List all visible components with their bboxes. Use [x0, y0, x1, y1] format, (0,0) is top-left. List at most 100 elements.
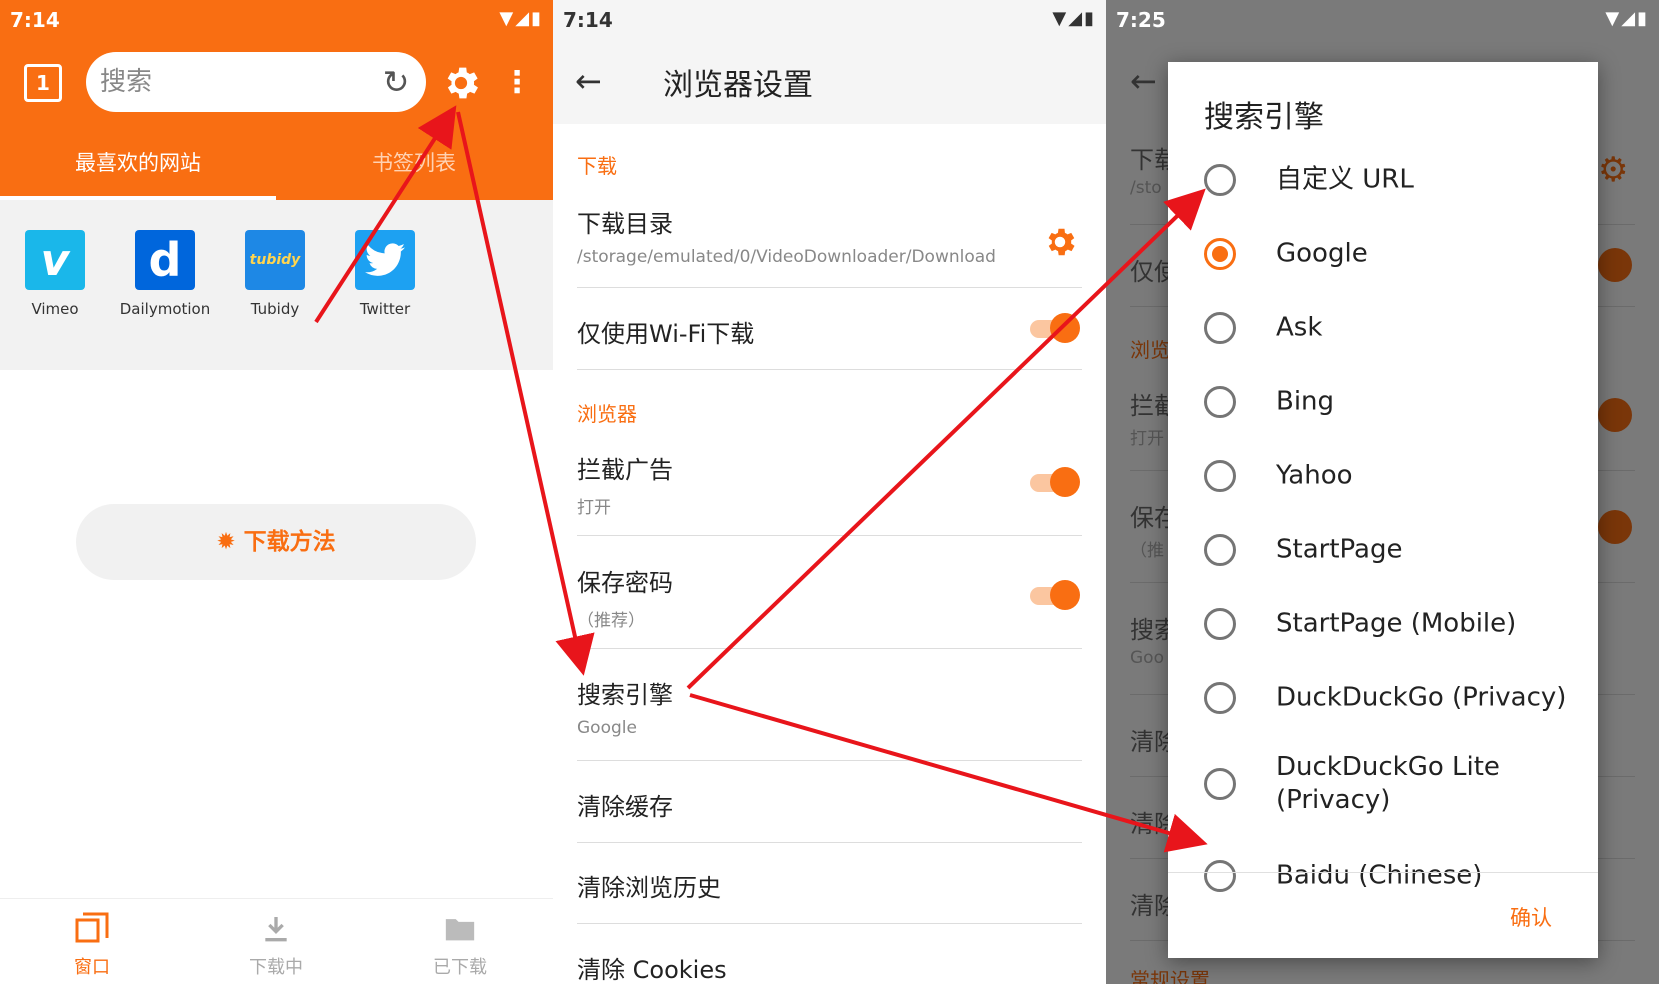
- favorite-site-label: Tubidy: [250, 300, 300, 318]
- dimmed-toggle: [1598, 510, 1632, 544]
- pref-save-password[interactable]: 保存密码 （推荐）: [577, 563, 1082, 649]
- search-engine-option-label: StartPage: [1276, 534, 1403, 565]
- search-engine-option-label: Baidu (Chinese): [1276, 860, 1483, 891]
- search-engine-dialog-screen: 7:25 ▼◢▮ ← 下载 /sto ⚙ 仅使 浏览 拦截 打开 保存 （推 搜…: [1106, 0, 1659, 984]
- toggle-thumb: [1050, 467, 1080, 497]
- radio-checked-icon[interactable]: [1204, 238, 1236, 270]
- dimmed-pref-summary: （推: [1130, 541, 1164, 561]
- pref-block-ads[interactable]: 拦截广告 打开: [577, 450, 1082, 536]
- search-engine-option[interactable]: StartPage: [1204, 518, 1594, 582]
- tubidy-logo-icon: tubidy: [245, 230, 305, 290]
- folder-icon: [400, 909, 520, 949]
- favorite-site-twitter[interactable]: Twitter: [335, 230, 435, 318]
- status-bar: 7:14 ▼◢▮: [0, 0, 553, 40]
- search-engine-option[interactable]: Baidu (Chinese): [1204, 844, 1594, 908]
- twitter-bird-icon: [355, 230, 415, 290]
- save-password-toggle[interactable]: [1030, 580, 1080, 610]
- wifi-icon: ▼: [499, 8, 516, 29]
- signal-icon: ◢: [1068, 8, 1085, 29]
- favorite-site-tubidy[interactable]: tubidy Tubidy: [225, 230, 325, 318]
- tab-favorite-sites[interactable]: 最喜欢的网站: [0, 140, 276, 200]
- settings-gear-icon[interactable]: [1042, 224, 1078, 260]
- search-bar[interactable]: ↻: [86, 52, 426, 112]
- download-howto-label: 下载方法: [243, 529, 336, 555]
- nav-label: 下载中: [249, 957, 303, 978]
- pref-clear-history[interactable]: 清除浏览历史: [577, 868, 1082, 924]
- bottom-navigation: 窗口 下载中 已下载: [0, 898, 553, 984]
- search-engine-option[interactable]: DuckDuckGo Lite (Privacy): [1204, 744, 1594, 824]
- favorite-site-label: Vimeo: [31, 300, 79, 318]
- search-engine-option[interactable]: DuckDuckGo (Privacy): [1204, 666, 1594, 730]
- browser-toolbar: 7:14 ▼◢▮ 1 ↻ ⋮ 最喜欢的网站 书签列表: [0, 0, 553, 200]
- lightbulb-icon: ✹: [216, 529, 236, 555]
- search-engine-option[interactable]: Yahoo: [1204, 444, 1594, 508]
- tab-count-button[interactable]: 1: [24, 64, 62, 102]
- search-engine-option-label: Yahoo: [1276, 460, 1353, 491]
- status-bar: 7:25 ▼◢▮: [1106, 0, 1659, 40]
- favorite-site-dailymotion[interactable]: d Dailymotion: [115, 230, 215, 318]
- dimmed-back-arrow-icon: ←: [1130, 62, 1157, 100]
- search-engine-option[interactable]: Bing: [1204, 370, 1594, 434]
- nav-downloaded[interactable]: 已下载: [400, 909, 520, 979]
- signal-icon: ◢: [1621, 8, 1638, 29]
- search-input[interactable]: [100, 62, 370, 102]
- pref-wifi-only[interactable]: 仅使用Wi-Fi下载: [577, 313, 1082, 370]
- dimmed-pref-summary: Goo: [1130, 648, 1164, 668]
- search-engine-option[interactable]: 自定义 URL: [1204, 148, 1594, 212]
- pref-title: 清除缓存: [577, 793, 673, 821]
- radio-unchecked-icon[interactable]: [1204, 860, 1236, 892]
- status-time: 7:14: [10, 8, 60, 32]
- radio-unchecked-icon[interactable]: [1204, 386, 1236, 418]
- radio-unchecked-icon[interactable]: [1204, 312, 1236, 344]
- radio-unchecked-icon[interactable]: [1204, 164, 1236, 196]
- nav-downloading[interactable]: 下载中: [216, 909, 336, 979]
- section-header-download: 下载: [577, 154, 617, 178]
- radio-unchecked-icon[interactable]: [1204, 460, 1236, 492]
- radio-unchecked-icon[interactable]: [1204, 608, 1236, 640]
- dimmed-section-header: 常规设置: [1130, 968, 1210, 984]
- radio-unchecked-icon[interactable]: [1204, 534, 1236, 566]
- more-vert-icon[interactable]: ⋮: [502, 64, 532, 104]
- wifi-only-toggle[interactable]: [1030, 313, 1080, 343]
- status-time: 7:25: [1116, 8, 1166, 32]
- back-arrow-icon[interactable]: ←: [575, 62, 602, 100]
- pref-clear-cache[interactable]: 清除缓存: [577, 787, 1082, 843]
- favorite-site-label: Twitter: [359, 300, 411, 318]
- radio-unchecked-icon[interactable]: [1204, 768, 1236, 800]
- pref-clear-cookies[interactable]: 清除 Cookies: [577, 950, 1082, 984]
- dimmed-toggle: [1598, 248, 1632, 282]
- pref-download-directory[interactable]: 下载目录 /storage/emulated/0/VideoDownloader…: [577, 204, 1082, 288]
- pref-title: 保存密码: [577, 569, 673, 597]
- search-engine-option-label: DuckDuckGo Lite (Privacy): [1276, 752, 1500, 815]
- tab-bookmarks[interactable]: 书签列表: [276, 140, 552, 200]
- search-engine-option[interactable]: Google: [1204, 222, 1594, 286]
- settings-app-bar: 7:14 ▼◢▮ ← 浏览器设置: [553, 0, 1106, 124]
- search-engine-option[interactable]: Ask: [1204, 296, 1594, 360]
- toggle-thumb: [1050, 580, 1080, 610]
- radio-unchecked-icon[interactable]: [1204, 682, 1236, 714]
- search-engine-option[interactable]: StartPage (Mobile): [1204, 592, 1594, 656]
- download-icon: [216, 909, 336, 949]
- nav-windows[interactable]: 窗口: [32, 909, 152, 979]
- wifi-icon: ▼: [1052, 8, 1069, 29]
- search-engine-dialog: 搜索引擎 自定义 URL Google Ask Bing Yahoo StartPage S…: [1168, 62, 1598, 958]
- pref-search-engine[interactable]: 搜索引擎 Google: [577, 675, 1082, 761]
- search-engine-option-label: StartPage (Mobile): [1276, 608, 1517, 639]
- status-time: 7:14: [563, 8, 613, 32]
- download-howto-button[interactable]: ✹ 下载方法: [76, 504, 476, 580]
- pref-title: 仅使用Wi-Fi下载: [577, 320, 755, 348]
- confirm-button[interactable]: 确认: [1510, 902, 1552, 932]
- favorite-sites-grid: v Vimeo d Dailymotion tubidy Tubidy Twit…: [0, 200, 553, 370]
- status-icons: ▼◢▮: [499, 8, 543, 29]
- reload-icon[interactable]: ↻: [378, 64, 414, 100]
- pref-title: 拦截广告: [577, 456, 673, 484]
- block-ads-toggle[interactable]: [1030, 467, 1080, 497]
- status-icons: ▼◢▮: [1052, 8, 1096, 29]
- nav-label: 已下载: [433, 957, 487, 978]
- dimmed-pref-summary: /sto: [1130, 178, 1162, 198]
- settings-gear-icon[interactable]: [440, 62, 482, 104]
- home-tabs: 最喜欢的网站 书签列表: [0, 140, 553, 200]
- favorite-site-label: Dailymotion: [119, 300, 211, 318]
- dimmed-section-header: 浏览: [1130, 338, 1170, 362]
- favorite-site-vimeo[interactable]: v Vimeo: [5, 230, 105, 318]
